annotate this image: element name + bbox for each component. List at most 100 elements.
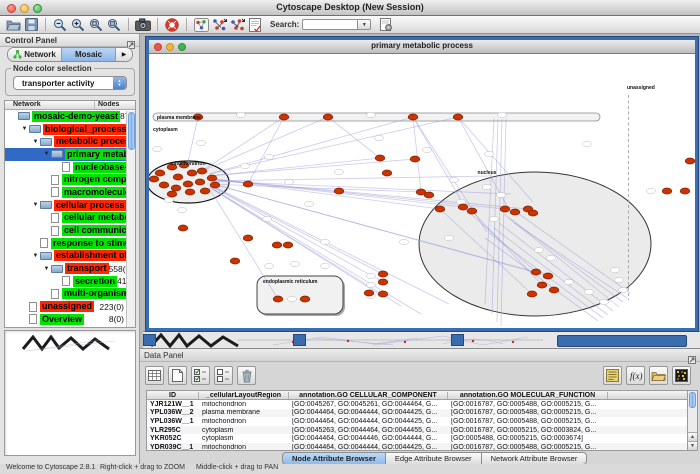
network-window-titlebar[interactable]: primary metabolic process: [149, 40, 695, 54]
select-attributes-icon[interactable]: [191, 366, 210, 385]
delete-attribute-icon[interactable]: [237, 366, 256, 385]
tree-row-label[interactable]: response to stimulu: [51, 238, 135, 249]
tree-row[interactable]: Overview8(0): [5, 313, 135, 326]
file-icon: [51, 289, 59, 299]
tree-row[interactable]: multi-organism pro42(0): [5, 288, 135, 301]
expand-arrow-icon[interactable]: ▼: [42, 266, 51, 272]
tree-scrollbar[interactable]: [126, 111, 135, 327]
data-panel-right-tools: f(x): [603, 366, 695, 385]
network-canvas[interactable]: plasma membranecytoplasmmitochondrionnuc…: [149, 54, 695, 328]
function-builder-icon[interactable]: f(x): [626, 366, 645, 385]
search-options-icon[interactable]: [377, 17, 395, 33]
annotation-icon[interactable]: [246, 17, 264, 33]
expand-arrow-icon[interactable]: ▼: [31, 202, 40, 208]
tree-row[interactable]: ▼cellular process614(0): [5, 199, 135, 212]
column-header[interactable]: ID: [147, 392, 199, 399]
network-overview-icon[interactable]: [192, 17, 210, 33]
tab-overflow-button[interactable]: ▶: [116, 48, 132, 61]
tree-row-label[interactable]: establishment of lo: [54, 250, 135, 261]
file-icon: [29, 314, 37, 324]
expand-arrow-icon[interactable]: ▼: [31, 253, 40, 259]
tree-row-label[interactable]: secretion: [73, 276, 117, 287]
tree-row-label[interactable]: Overview: [40, 314, 84, 325]
scroll-up-arrow[interactable]: ▲: [688, 432, 697, 441]
tree-row[interactable]: ▼metabolic process280(0): [5, 135, 135, 148]
tree-scrollbar-thumb[interactable]: [128, 112, 135, 150]
tree-row[interactable]: secretion41(0): [5, 275, 135, 288]
network-graph[interactable]: plasma membranecytoplasmmitochondrionnuc…: [149, 54, 695, 328]
tree-row[interactable]: ▼primary metabo209(...: [5, 148, 135, 161]
search-dropdown-button[interactable]: ▼: [358, 19, 371, 30]
help-icon[interactable]: [163, 17, 181, 33]
table-cell: YPL036W__2: [147, 409, 199, 416]
attribute-grid-icon[interactable]: [145, 366, 164, 385]
expand-arrow-icon[interactable]: ▼: [20, 126, 29, 132]
tree-row[interactable]: macromolecule311(0): [5, 186, 135, 199]
tree-row[interactable]: nucleobase-209(0): [5, 161, 135, 174]
table-row[interactable]: YDR039C__1mitochondrion[GO:0044464, GO:0…: [147, 443, 687, 451]
tree-row-label[interactable]: biological_process: [43, 124, 129, 135]
attribute-list-icon[interactable]: [603, 366, 622, 385]
table-row[interactable]: YJR121W__1mitochondrion[GO:0045267, GO:0…: [147, 400, 687, 409]
column-header[interactable]: _cellularLayoutRegion: [199, 392, 289, 399]
tab-network[interactable]: Network: [8, 48, 62, 61]
save-icon[interactable]: [22, 17, 40, 33]
tree-row[interactable]: cellular metabo209(0): [5, 212, 135, 225]
tree-row-label[interactable]: macromolecule: [62, 187, 132, 198]
birdseye-view[interactable]: [4, 330, 136, 456]
tree-row[interactable]: unassigned223(0): [5, 300, 135, 313]
tree-column-nodes[interactable]: Nodes: [95, 101, 135, 109]
column-header[interactable]: annotation.GO MOLECULAR_FUNCTION: [448, 392, 608, 399]
import-attributes-icon[interactable]: [649, 366, 668, 385]
tree-row-label[interactable]: unassigned: [40, 301, 94, 312]
table-cell: [GO:0016787, GO:0005488, GO:0005215, G..…: [448, 418, 608, 425]
search-input[interactable]: [302, 19, 358, 30]
tree-row[interactable]: mosaic-demo-yeast874(0): [5, 110, 135, 123]
tree-row-label[interactable]: cellular metabo: [62, 212, 132, 223]
tree-row-label[interactable]: metabolic process: [54, 136, 135, 147]
table-row[interactable]: YPL036W__1mitochondrion[GO:0044464, GO:0…: [147, 417, 687, 426]
tree-row[interactable]: ▼biological_process651(0): [5, 123, 135, 136]
new-attribute-icon[interactable]: [168, 366, 187, 385]
tree-row-label[interactable]: primary metabo: [65, 149, 135, 160]
layout-b-icon[interactable]: [228, 17, 246, 33]
zoom-out-icon[interactable]: [51, 17, 69, 33]
node-color-select[interactable]: transporter activity ▲▼: [13, 76, 127, 90]
tree-row[interactable]: nitrogen compo209(0): [5, 173, 135, 186]
table-scrollbar-thumb[interactable]: [689, 392, 696, 408]
tree-row[interactable]: ▼establishment of lo558(0): [5, 250, 135, 263]
table-row[interactable]: YPL036W__2plasma membrane[GO:0044464, GO…: [147, 409, 687, 418]
table-scrollbar[interactable]: ▲ ▼: [687, 390, 698, 451]
tree-row-label[interactable]: mosaic-demo-yeast: [32, 111, 120, 122]
scroll-down-arrow[interactable]: ▼: [688, 441, 697, 450]
table-cell: [GO:0016787, GO:0005215, GO:0003824, G..…: [448, 427, 608, 434]
tree-row-label[interactable]: cellular process: [54, 200, 127, 211]
snapshot-icon[interactable]: [134, 17, 152, 33]
table-row[interactable]: YLR295Ccytoplasm[GO:0045263, GO:0044464,…: [147, 426, 687, 435]
unselect-attributes-icon[interactable]: [214, 366, 233, 385]
tree-column-network[interactable]: Network: [5, 101, 95, 109]
tab-mosaic[interactable]: Mosaic: [62, 48, 116, 61]
table-row[interactable]: YKR052Ccytoplasm[GO:0044464, GO:0044446,…: [147, 434, 687, 443]
tree-header[interactable]: Network Nodes: [5, 101, 135, 110]
layout-a-icon[interactable]: [210, 17, 228, 33]
svg-text:plasma membrane: plasma membrane: [157, 115, 201, 121]
expand-arrow-icon[interactable]: ▼: [42, 151, 51, 157]
tree-row-label[interactable]: multi-organism pro: [62, 288, 135, 299]
zoom-fit-icon[interactable]: [105, 17, 123, 33]
tree-row-label[interactable]: cell communicat: [62, 225, 135, 236]
tree-row-label[interactable]: nitrogen compo: [62, 174, 134, 185]
tree-row[interactable]: response to stimulu264(0): [5, 237, 135, 250]
tree-row-label[interactable]: nucleobase-: [73, 162, 130, 173]
zoom-selected-icon[interactable]: [87, 17, 105, 33]
column-header[interactable]: annotation.GO CELLULAR_COMPONENT: [289, 392, 448, 399]
tree-row-label[interactable]: transport: [65, 263, 109, 274]
matrix-icon[interactable]: [672, 366, 691, 385]
expand-arrow-icon[interactable]: ▼: [31, 139, 40, 145]
table-header-row[interactable]: ID_cellularLayoutRegionannotation.GO CEL…: [147, 391, 687, 400]
tree-row[interactable]: cell communicat22(0): [5, 224, 135, 237]
open-icon[interactable]: [4, 17, 22, 33]
tree-row[interactable]: ▼transport558(0): [5, 262, 135, 275]
attribute-table[interactable]: ID_cellularLayoutRegionannotation.GO CEL…: [146, 390, 688, 451]
zoom-in-icon[interactable]: [69, 17, 87, 33]
